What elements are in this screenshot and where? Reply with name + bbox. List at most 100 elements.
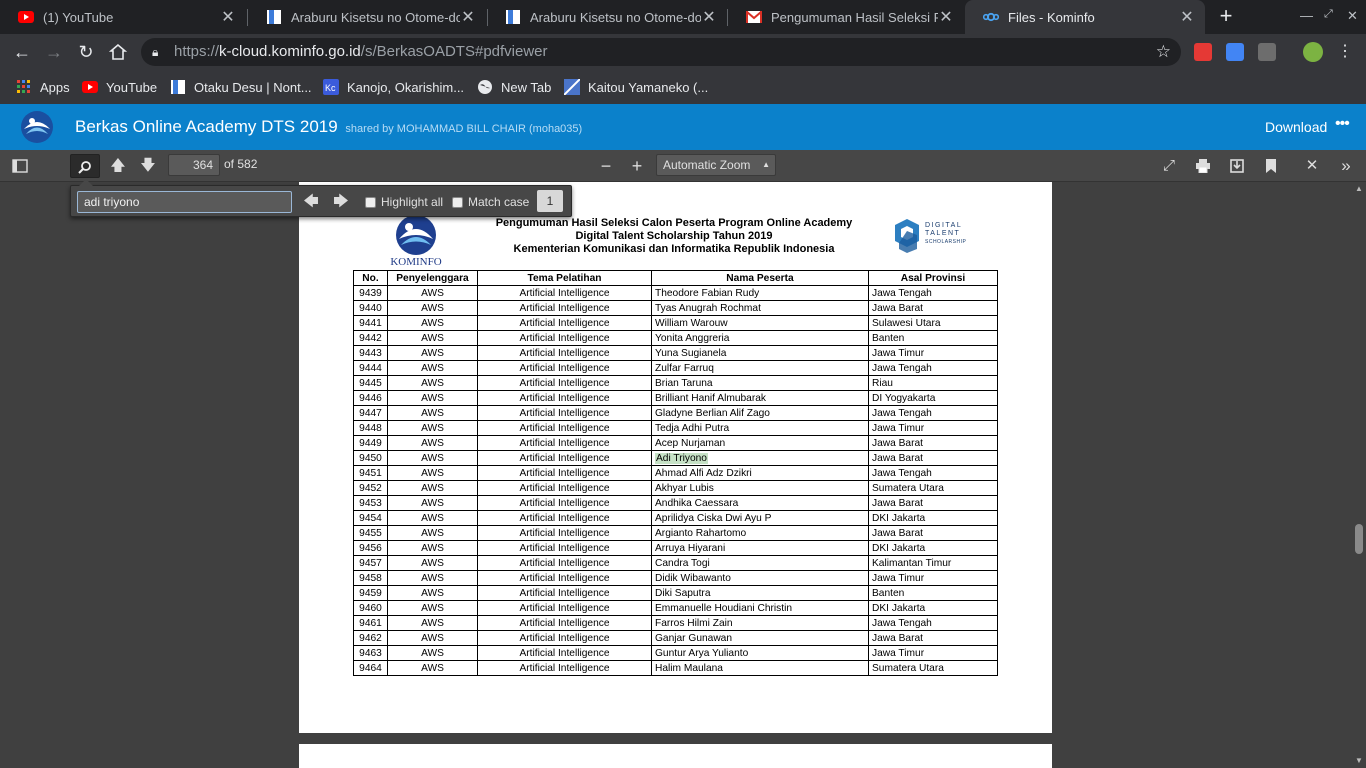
row-province: Jawa Timur bbox=[868, 570, 998, 586]
row-province: Jawa Barat bbox=[868, 300, 998, 316]
close-icon[interactable]: ✕ bbox=[701, 7, 717, 27]
restore-icon[interactable]: ⤢ bbox=[1324, 8, 1333, 21]
tools-menu-icon[interactable]: » bbox=[1333, 154, 1359, 178]
table-row: 9463 AWS Artificial Intelligence Guntur Ary… bbox=[353, 645, 998, 661]
row-provider: AWS bbox=[387, 435, 478, 451]
row-theme: Artificial Intelligence bbox=[477, 600, 652, 616]
find-previous-icon[interactable]: 🡄 bbox=[299, 191, 323, 213]
row-theme: Artificial Intelligence bbox=[477, 450, 652, 466]
row-theme: Artificial Intelligence bbox=[477, 585, 652, 601]
app-title: Berkas Online Academy DTS 2019 shared by… bbox=[75, 117, 582, 137]
kominfo-logo-icon[interactable] bbox=[20, 109, 54, 143]
row-participant-name: Acep Nurjaman bbox=[651, 435, 869, 451]
find-toggle-button[interactable] bbox=[70, 154, 100, 178]
bookmark-kaitou-yamaneko[interactable]: Kaitou Yamaneko (... bbox=[564, 77, 708, 97]
next-page-icon[interactable]: 🡇 bbox=[135, 154, 161, 178]
match-count-badge: 1 bbox=[537, 190, 563, 212]
home-icon[interactable] bbox=[106, 40, 130, 64]
bookmark-kanojo[interactable]: Kc Kanojo, Okarishim... bbox=[323, 77, 464, 97]
row-province: Jawa Tengah bbox=[868, 615, 998, 631]
reload-icon[interactable]: ↻ bbox=[74, 40, 98, 64]
close-icon[interactable]: ✕ bbox=[938, 7, 954, 27]
bookmark-label: YouTube bbox=[106, 79, 158, 95]
row-provider: AWS bbox=[387, 615, 478, 631]
back-icon[interactable]: ← bbox=[10, 40, 34, 64]
tab-araburu-1[interactable]: Araburu Kisetsu no Otome-dom ✕ bbox=[248, 0, 486, 34]
sidebar-toggle-icon[interactable] bbox=[7, 154, 33, 178]
row-provider: AWS bbox=[387, 360, 478, 376]
page-number-input[interactable]: 364 bbox=[168, 154, 220, 176]
row-provider: AWS bbox=[387, 480, 478, 496]
window-close-icon[interactable]: ✕ bbox=[1347, 8, 1358, 24]
column-header: Penyelenggara bbox=[387, 270, 478, 286]
close-icon[interactable]: ✕ bbox=[1179, 7, 1195, 27]
row-number: 9449 bbox=[353, 435, 388, 451]
scroll-down-icon[interactable]: ▼ bbox=[1353, 756, 1365, 765]
scrollbar-thumb[interactable] bbox=[1355, 524, 1363, 554]
row-number: 9461 bbox=[353, 615, 388, 631]
translate-extension-icon[interactable] bbox=[1226, 43, 1244, 61]
table-row: 9454 AWS Artificial Intelligence Aprilidya … bbox=[353, 510, 998, 526]
row-province: Jawa Timur bbox=[868, 420, 998, 436]
close-icon[interactable]: ✕ bbox=[220, 7, 236, 27]
table-row: 9443 AWS Artificial Intelligence Yuna Sugia… bbox=[353, 345, 998, 361]
bookmark-otaku-desu[interactable]: Otaku Desu | Nont... bbox=[170, 77, 312, 97]
tab-title: (1) YouTube bbox=[43, 9, 114, 25]
new-tab-button[interactable]: + bbox=[1214, 5, 1238, 29]
extension-off-icon[interactable] bbox=[1258, 43, 1276, 61]
row-participant-name: Yuna Sugianela bbox=[651, 345, 869, 361]
row-province: DKI Jakarta bbox=[868, 540, 998, 556]
find-next-icon[interactable]: 🡆 bbox=[329, 191, 353, 213]
bookmark-youtube[interactable]: YouTube bbox=[82, 77, 157, 97]
close-icon[interactable]: ✕ bbox=[460, 7, 476, 27]
tab-youtube[interactable]: (1) YouTube ✕ bbox=[0, 0, 246, 34]
bookmark-new-tab[interactable]: New Tab bbox=[477, 77, 551, 97]
close-icon[interactable]: ✕ bbox=[1299, 154, 1325, 178]
browser-menu-icon[interactable]: ⋮ bbox=[1333, 40, 1357, 64]
table-row: 9452 AWS Artificial Intelligence Akhyar Lub… bbox=[353, 480, 998, 496]
zoom-out-icon[interactable]: − bbox=[593, 154, 619, 178]
table-row: 9453 AWS Artificial Intelligence Andhika Ca… bbox=[353, 495, 998, 511]
pdf-viewer[interactable]: KOMINFO Pengumuman Hasil Seleksi Calon P… bbox=[0, 182, 1366, 768]
bookmark-apps[interactable]: Apps bbox=[16, 77, 70, 97]
vertical-scrollbar[interactable]: ▲ ▼ bbox=[1352, 182, 1366, 768]
row-provider: AWS bbox=[387, 510, 478, 526]
address-bar[interactable]: 🔒︎ https://k-cloud.kominfo.go.id/s/Berka… bbox=[141, 38, 1181, 66]
row-participant-name: Emmanuelle Houdiani Christin bbox=[651, 600, 869, 616]
zoom-select[interactable]: Automatic Zoom ▲▼ bbox=[656, 154, 776, 189]
row-provider: AWS bbox=[387, 300, 478, 316]
row-province: Jawa Tengah bbox=[868, 285, 998, 301]
bookmark-star-icon[interactable]: ☆ bbox=[1156, 38, 1171, 66]
pocket-extension-icon[interactable] bbox=[1194, 43, 1212, 61]
tab-araburu-2[interactable]: Araburu Kisetsu no Otome-dom ✕ bbox=[487, 0, 727, 34]
bookmark-label: Kaitou Yamaneko (... bbox=[588, 79, 709, 95]
more-options-icon[interactable]: ••• bbox=[1335, 115, 1350, 133]
minimize-icon[interactable]: — bbox=[1300, 8, 1313, 23]
row-theme: Artificial Intelligence bbox=[477, 525, 652, 541]
avatar[interactable] bbox=[1303, 42, 1323, 62]
table-row: 9460 AWS Artificial Intelligence Emmanuelle… bbox=[353, 600, 998, 616]
download-button[interactable]: Download bbox=[1265, 119, 1327, 135]
document-title: Pengumuman Hasil Seleksi Calon Peserta P… bbox=[459, 217, 889, 256]
presentation-mode-icon[interactable]: ⤢ bbox=[1156, 154, 1182, 178]
previous-page-icon[interactable]: 🡅 bbox=[105, 154, 131, 178]
forward-icon[interactable]: → bbox=[42, 40, 66, 64]
url-host: k-cloud.kominfo.go.id bbox=[219, 43, 361, 60]
save-icon[interactable] bbox=[1224, 154, 1250, 178]
column-header: Tema Pelatihan bbox=[477, 270, 652, 286]
highlight-all-checkbox[interactable]: Highlight all bbox=[365, 195, 443, 209]
digital-talent-logo: DIGITAL TALENT SCHOLARSHIP bbox=[891, 219, 977, 255]
row-participant-name: Candra Togi bbox=[651, 555, 869, 571]
zoom-in-icon[interactable]: + bbox=[624, 154, 650, 178]
find-input[interactable] bbox=[77, 191, 292, 213]
bookmark-icon[interactable] bbox=[1258, 154, 1284, 178]
row-province: Jawa Timur bbox=[868, 645, 998, 661]
row-provider: AWS bbox=[387, 645, 478, 661]
tab-gmail[interactable]: Pengumuman Hasil Seleksi Pro ✕ bbox=[728, 0, 964, 34]
match-case-checkbox[interactable]: Match case bbox=[452, 195, 529, 209]
row-provider: AWS bbox=[387, 495, 478, 511]
tab-files-kominfo[interactable]: Files - Kominfo ✕ bbox=[965, 0, 1205, 34]
scroll-up-icon[interactable]: ▲ bbox=[1353, 184, 1365, 193]
shared-by-label: shared by MOHAMMAD BILL CHAIR (moha035) bbox=[345, 123, 583, 135]
print-icon[interactable] bbox=[1190, 154, 1216, 178]
